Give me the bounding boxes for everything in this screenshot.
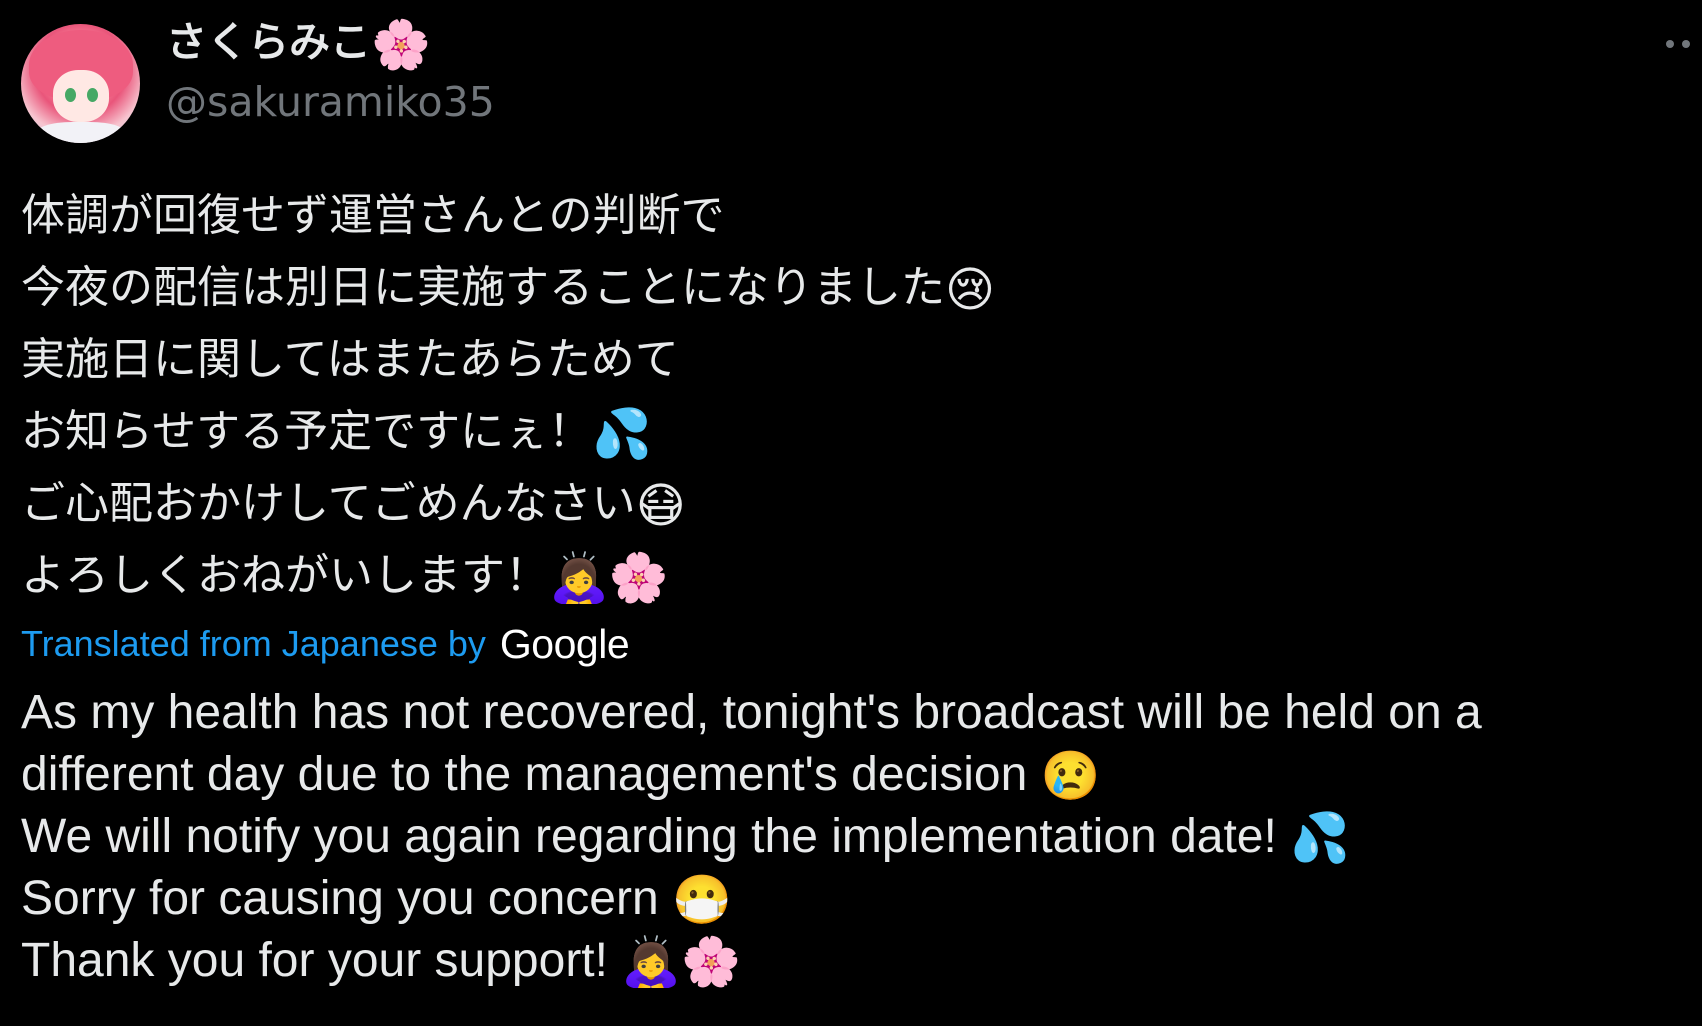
user-handle[interactable]: @sakuramiko35: [166, 76, 495, 128]
bowing-woman-cherry-blossom-icon: 🙇‍♀️🌸: [621, 936, 741, 990]
cherry-blossom-icon: 🌸: [371, 17, 431, 73]
mask-face-icon: 😷: [635, 478, 686, 534]
google-logo: Google: [499, 621, 630, 667]
translated-from-label[interactable]: Translated from Japanese by: [21, 623, 486, 664]
mask-face-icon: 😷: [671, 874, 732, 928]
en-line-text: As my health has not recovered, tonight'…: [21, 686, 1482, 739]
more-dot: [1682, 40, 1690, 48]
en-line-text: different day due to the management's de…: [21, 748, 1041, 801]
display-name-text: さくらみこ: [166, 18, 371, 66]
avatar-face: [53, 70, 109, 122]
en-line: We will notify you again regarding the i…: [21, 806, 1681, 868]
jp-line: 体調が回復せず運営さんとの判断で: [21, 180, 1681, 252]
more-dot: [1666, 40, 1674, 48]
en-line: Sorry for causing you concern 😷: [21, 868, 1681, 930]
tweet: さくらみこ🌸 @sakuramiko35 体調が回復せず運営さんとの判断で 今夜…: [0, 0, 1702, 1026]
avatar-eye-left: [65, 88, 76, 102]
jp-line: よろしくおねがいします！🙇‍♀️🌸: [21, 540, 1681, 612]
more-dots-icon[interactable]: [1664, 36, 1698, 50]
jp-line-text: 実施日に関してはまたあらためて: [21, 334, 679, 385]
sweat-droplets-icon: 💦: [1290, 812, 1350, 866]
en-line: As my health has not recovered, tonight'…: [21, 682, 1681, 744]
avatar-outfit: [35, 122, 127, 143]
jp-line: ご心配おかけしてごめんなさい😷: [21, 468, 1681, 540]
display-name[interactable]: さくらみこ🌸: [166, 14, 431, 75]
jp-line-text: ご心配おかけしてごめんなさい: [21, 478, 636, 529]
jp-line-text: 体調が回復せず運営さんとの判断で: [21, 190, 725, 241]
jp-line-text: お知らせする予定ですにぇ！: [21, 406, 593, 457]
en-line: Thank you for your support! 🙇‍♀️🌸: [21, 930, 1681, 992]
jp-line: お知らせする予定ですにぇ！💦: [21, 396, 1681, 468]
avatar[interactable]: [21, 24, 140, 143]
tweet-text-english: As my health has not recovered, tonight'…: [21, 682, 1681, 992]
avatar-eye-right: [87, 88, 98, 102]
jp-line: 今夜の配信は別日に実施することになりました😢: [21, 252, 1681, 324]
crying-face-icon: 😢: [945, 262, 996, 318]
jp-line-text: よろしくおねがいします！: [21, 550, 549, 601]
sweat-droplets-icon: 💦: [592, 406, 652, 462]
en-line-text: Sorry for causing you concern: [21, 872, 672, 925]
en-line-text: We will notify you again regarding the i…: [21, 810, 1291, 863]
tweet-text-japanese: 体調が回復せず運営さんとの判断で 今夜の配信は別日に実施することになりました😢 …: [21, 180, 1681, 612]
jp-line-text: 今夜の配信は別日に実施することになりました: [21, 262, 945, 313]
bowing-woman-cherry-blossom-icon: 🙇‍♀️🌸: [549, 550, 669, 606]
translation-attribution[interactable]: Translated from Japanese by Google: [21, 614, 630, 674]
crying-face-icon: 😢: [1040, 750, 1101, 804]
en-line: different day due to the management's de…: [21, 744, 1681, 806]
jp-line: 実施日に関してはまたあらためて: [21, 324, 1681, 396]
en-line-text: Thank you for your support!: [21, 934, 622, 987]
